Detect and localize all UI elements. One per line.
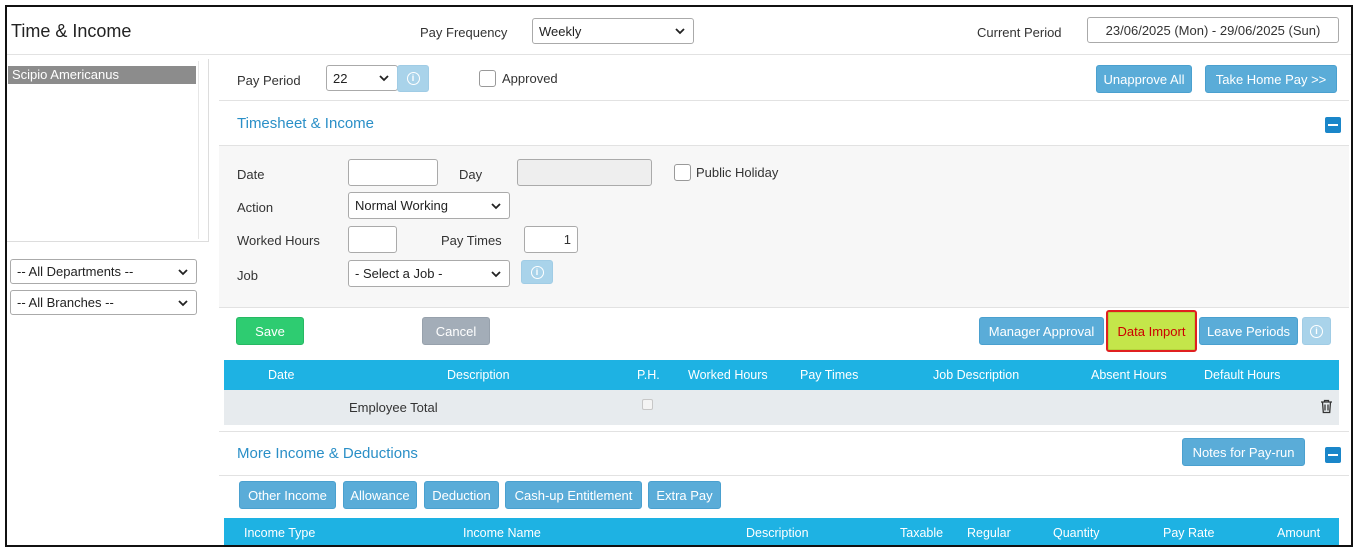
current-period-field[interactable]: 23/06/2025 (Mon) - 29/06/2025 (Sun) xyxy=(1087,17,1339,43)
pay-frequency-value: Weekly xyxy=(539,23,582,39)
chevron-down-icon xyxy=(178,299,188,306)
take-home-pay-button[interactable]: Take Home Pay >> xyxy=(1205,65,1337,93)
trash-icon[interactable] xyxy=(1320,399,1333,414)
save-button[interactable]: Save xyxy=(236,317,304,345)
table-divider xyxy=(219,431,1349,432)
action-label: Action xyxy=(237,200,274,215)
tab-cash-up-entitlement[interactable]: Cash-up Entitlement xyxy=(505,481,642,509)
timesheet-table-header: Date Description P.H. Worked Hours Pay T… xyxy=(224,360,1339,390)
employee-list[interactable]: Scipio Americanus xyxy=(7,59,209,242)
worked-hours-label: Worked Hours xyxy=(237,233,320,248)
column-header-income-type: Income Type xyxy=(244,526,316,540)
pay-period-value: 22 xyxy=(333,70,348,86)
job-select[interactable]: - Select a Job - xyxy=(348,260,510,287)
collapse-timesheet-icon[interactable] xyxy=(1325,117,1341,133)
tab-other-income[interactable]: Other Income xyxy=(239,481,336,509)
column-header-job-description: Job Description xyxy=(933,368,1020,382)
page-title: Time & Income xyxy=(11,21,132,41)
collapse-more-income-icon[interactable] xyxy=(1325,447,1341,463)
chevron-down-icon xyxy=(178,268,188,275)
leave-periods-info-button[interactable]: i xyxy=(1302,317,1331,345)
column-header-description: Description xyxy=(447,368,510,382)
column-header-taxable: Taxable xyxy=(900,526,944,540)
department-filter-select[interactable]: -- All Departments -- xyxy=(10,259,197,284)
column-header-pay-times: Pay Times xyxy=(800,368,859,382)
column-header-absent-hours: Absent Hours xyxy=(1091,368,1167,382)
column-header-date: Date xyxy=(268,368,295,382)
column-header-regular: Regular xyxy=(967,526,1011,540)
employee-total-label: Employee Total xyxy=(349,400,438,415)
cancel-button[interactable]: Cancel xyxy=(422,317,490,345)
info-icon: i xyxy=(1310,324,1323,338)
tab-extra-pay[interactable]: Extra Pay xyxy=(648,481,721,509)
ph-checkbox[interactable] xyxy=(642,399,653,410)
column-header-income-name: Income Name xyxy=(463,526,541,540)
leave-periods-button[interactable]: Leave Periods xyxy=(1199,317,1298,345)
table-row: Employee Total xyxy=(224,390,1339,425)
job-value: - Select a Job - xyxy=(355,266,443,281)
tab-allowance[interactable]: Allowance xyxy=(343,481,417,509)
branch-filter-select[interactable]: -- All Branches -- xyxy=(10,290,197,315)
pay-period-divider xyxy=(219,100,1349,101)
chevron-down-icon xyxy=(675,28,685,35)
info-icon: i xyxy=(406,72,420,85)
data-import-button[interactable]: Data Import xyxy=(1106,310,1197,352)
income-table-header: Income Type Income Name Description Taxa… xyxy=(224,518,1339,545)
more-income-section-title: More Income & Deductions xyxy=(237,445,418,462)
info-icon: i xyxy=(530,265,544,279)
column-header-income-description: Description xyxy=(746,526,809,540)
timesheet-section-title: Timesheet & Income xyxy=(237,115,374,132)
app-window: Time & Income Pay Frequency Weekly Curre… xyxy=(5,5,1353,547)
day-label: Day xyxy=(459,167,483,182)
pay-period-info-button[interactable]: i xyxy=(397,65,429,92)
pay-period-select[interactable]: 22 xyxy=(326,65,398,91)
action-value: Normal Working xyxy=(355,198,448,213)
timesheet-form: Date Day Public Holiday Action Normal Wo… xyxy=(219,146,1349,307)
pay-times-input[interactable]: 1 xyxy=(524,226,578,253)
tab-deduction[interactable]: Deduction xyxy=(424,481,499,509)
pay-frequency-label: Pay Frequency xyxy=(420,25,508,40)
public-holiday-checkbox[interactable] xyxy=(674,164,691,181)
chevron-down-icon xyxy=(491,202,501,209)
manager-approval-button[interactable]: Manager Approval xyxy=(979,317,1104,345)
employee-list-scrollbar[interactable] xyxy=(198,61,207,239)
job-label: Job xyxy=(237,268,258,283)
column-header-quantity: Quantity xyxy=(1053,526,1100,540)
more-income-divider xyxy=(219,475,1349,476)
public-holiday-label: Public Holiday xyxy=(696,165,779,180)
current-period-label: Current Period xyxy=(977,25,1062,40)
notes-for-pay-run-button[interactable]: Notes for Pay-run xyxy=(1182,438,1305,466)
column-header-amount: Amount xyxy=(1277,526,1321,540)
action-select[interactable]: Normal Working xyxy=(348,192,510,219)
employee-list-item[interactable]: Scipio Americanus xyxy=(8,66,196,84)
column-header-pay-rate: Pay Rate xyxy=(1163,526,1215,540)
chevron-down-icon xyxy=(379,75,389,82)
column-header-default-hours: Default Hours xyxy=(1204,368,1281,382)
main-content: Pay Period 22 i Approved Unapprove All T… xyxy=(219,55,1349,545)
approved-checkbox[interactable] xyxy=(479,70,496,87)
approved-label: Approved xyxy=(502,71,558,86)
form-divider xyxy=(219,307,1349,308)
branch-filter-value: -- All Branches -- xyxy=(17,295,114,310)
chevron-down-icon xyxy=(491,270,501,277)
department-filter-value: -- All Departments -- xyxy=(17,264,134,279)
job-info-button[interactable]: i xyxy=(521,260,553,284)
day-field xyxy=(517,159,652,186)
worked-hours-input[interactable] xyxy=(348,226,397,253)
column-header-worked-hours: Worked Hours xyxy=(688,368,768,382)
pay-frequency-select[interactable]: Weekly xyxy=(532,18,694,44)
date-label: Date xyxy=(237,167,265,182)
pay-period-label: Pay Period xyxy=(237,73,301,88)
unapprove-all-button[interactable]: Unapprove All xyxy=(1096,65,1192,93)
column-header-ph: P.H. xyxy=(637,368,660,382)
date-input[interactable] xyxy=(348,159,438,186)
pay-times-label: Pay Times xyxy=(441,233,502,248)
